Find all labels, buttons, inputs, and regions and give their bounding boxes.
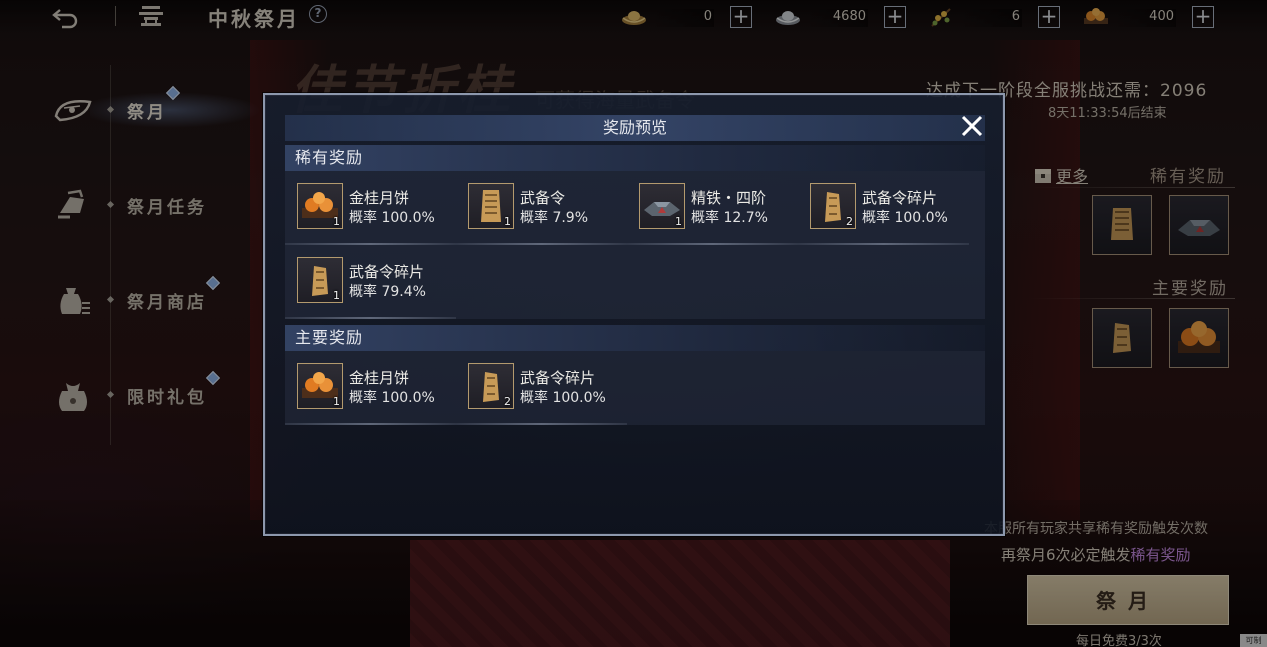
reward-probability: 概率 79.4% <box>349 284 426 300</box>
reward-item[interactable]: 2 武备令碎片 概率 100.0% <box>456 351 627 425</box>
reward-probability: 概率 100.0% <box>349 390 435 406</box>
reward-probability: 概率 100.0% <box>862 210 948 226</box>
reward-slot: 1 <box>297 257 343 303</box>
divider <box>456 423 627 425</box>
reward-name: 武备令碎片 <box>862 189 938 207</box>
reward-quantity: 1 <box>333 215 340 228</box>
divider <box>285 423 456 425</box>
reward-preview-dialog: 奖励预览 稀有奖励 1 金桂月饼 概率 100.0% 1 武备令 概率 7.9%… <box>263 93 1005 536</box>
reward-probability: 概率 100.0% <box>520 390 606 406</box>
reward-slot: 1 <box>468 183 514 229</box>
rare-section-body: 1 金桂月饼 概率 100.0% 1 武备令 概率 7.9% 1 精铁・四阶 概… <box>285 171 985 319</box>
reward-item[interactable]: 2 武备令碎片 概率 100.0% <box>798 171 969 245</box>
reward-quantity: 1 <box>675 215 682 228</box>
reward-item[interactable]: 1 金桂月饼 概率 100.0% <box>285 351 456 425</box>
reward-slot: 2 <box>810 183 856 229</box>
reward-item[interactable]: 1 武备令 概率 7.9% <box>456 171 627 245</box>
main-section-header: 主要奖励 <box>285 325 985 351</box>
reward-item[interactable]: 1 金桂月饼 概率 100.0% <box>285 171 456 245</box>
divider <box>798 243 969 245</box>
reward-quantity: 1 <box>333 395 340 408</box>
main-section-body: 1 金桂月饼 概率 100.0% 2 武备令碎片 概率 100.0% <box>285 351 985 425</box>
reward-name: 金桂月饼 <box>349 369 410 387</box>
reward-probability: 概率 7.9% <box>520 210 589 226</box>
reward-slot: 1 <box>639 183 685 229</box>
reward-probability: 概率 12.7% <box>691 210 768 226</box>
reward-probability: 概率 100.0% <box>349 210 435 226</box>
reward-slot: 2 <box>468 363 514 409</box>
rare-section-header: 稀有奖励 <box>285 145 985 171</box>
reward-name: 金桂月饼 <box>349 189 410 207</box>
reward-item[interactable]: 1 精铁・四阶 概率 12.7% <box>627 171 798 245</box>
reward-name: 武备令碎片 <box>349 263 425 281</box>
reward-slot: 1 <box>297 363 343 409</box>
close-x-icon[interactable] <box>957 111 987 141</box>
reward-quantity: 1 <box>333 289 340 302</box>
dialog-title: 奖励预览 <box>285 115 985 141</box>
reward-name: 武备令碎片 <box>520 369 596 387</box>
divider <box>456 243 627 245</box>
reward-quantity: 1 <box>504 215 511 228</box>
divider <box>285 317 456 319</box>
divider <box>627 243 798 245</box>
reward-quantity: 2 <box>504 395 511 408</box>
reward-item[interactable]: 1 武备令碎片 概率 79.4% <box>285 245 456 319</box>
reward-quantity: 2 <box>846 215 853 228</box>
reward-name: 武备令 <box>520 189 566 207</box>
reward-slot: 1 <box>297 183 343 229</box>
reward-name: 精铁・四阶 <box>691 189 767 207</box>
